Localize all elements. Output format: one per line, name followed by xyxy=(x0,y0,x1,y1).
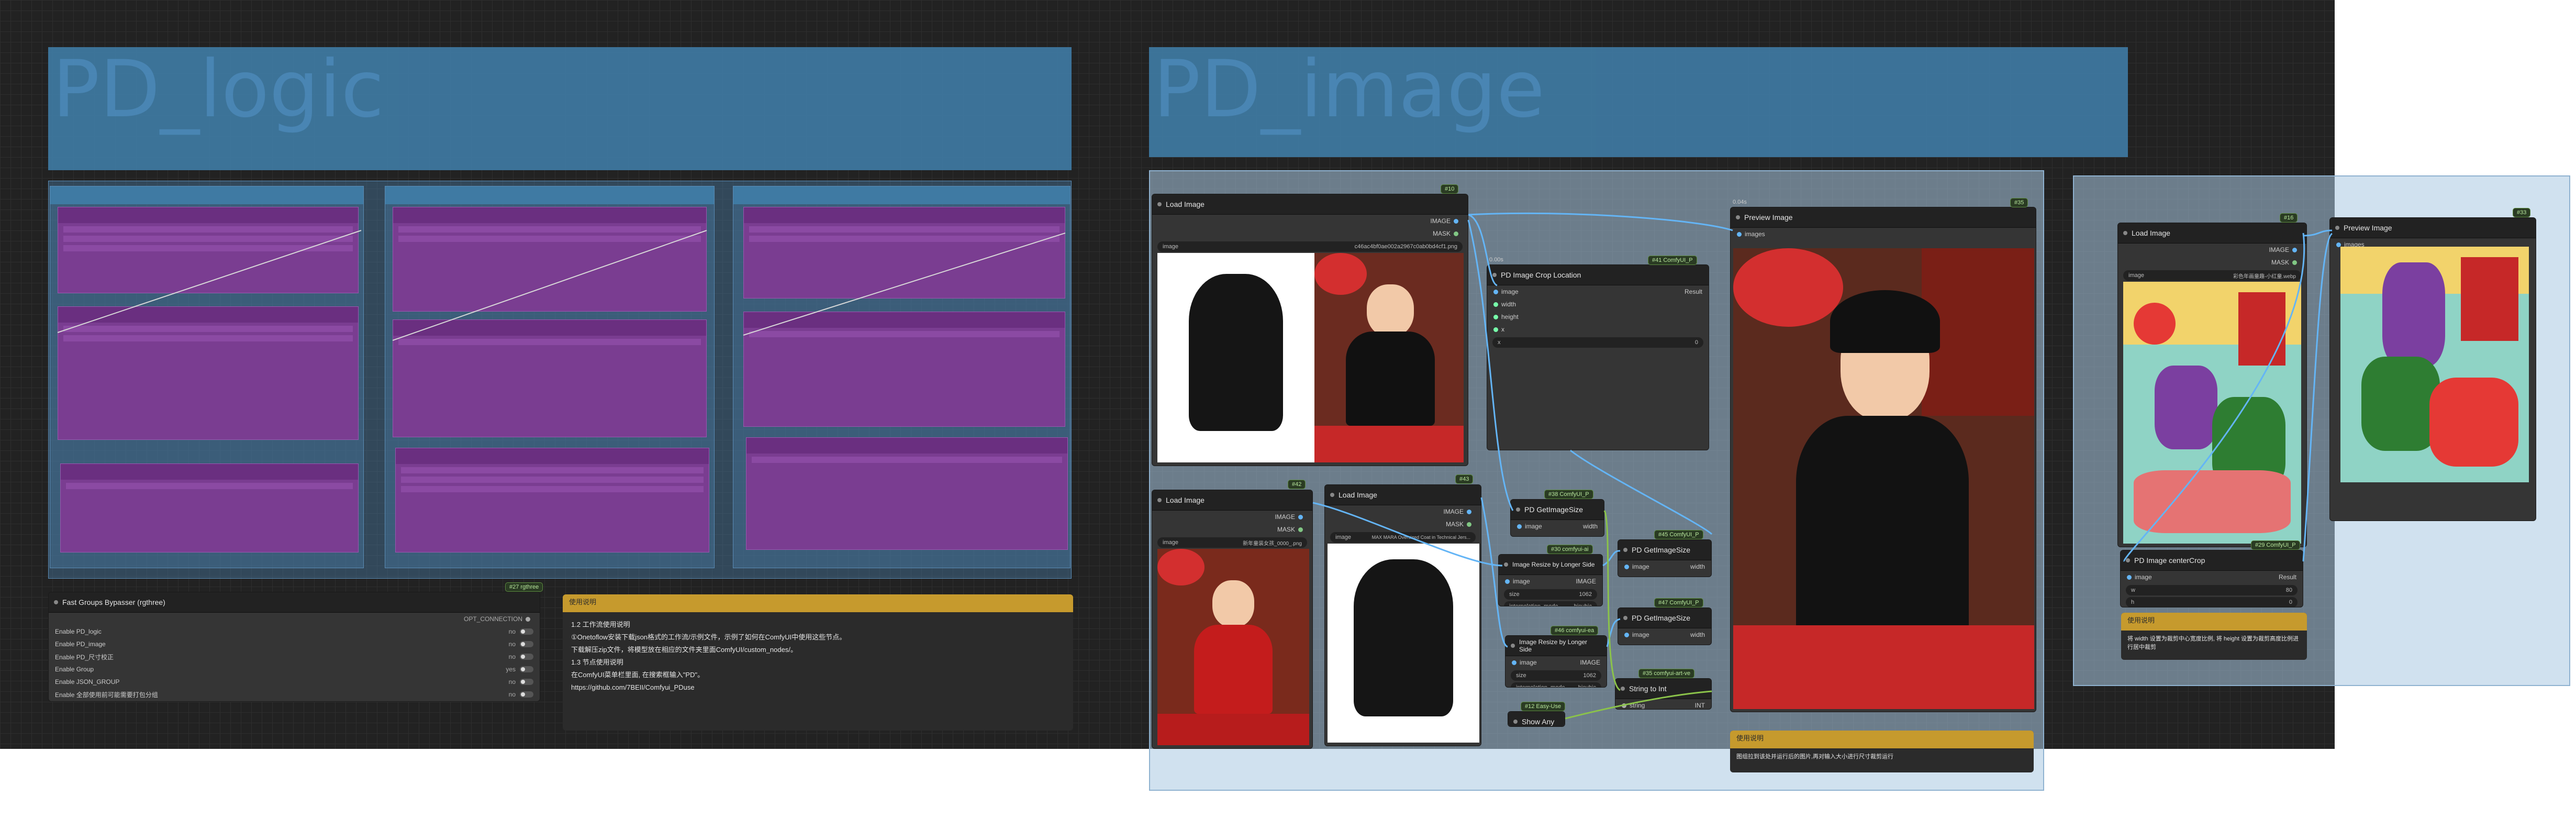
image-links xyxy=(1312,212,2333,720)
node-canvas[interactable]: PD_logic Fast Groups Bypasser (rgthree) … xyxy=(0,0,2570,791)
